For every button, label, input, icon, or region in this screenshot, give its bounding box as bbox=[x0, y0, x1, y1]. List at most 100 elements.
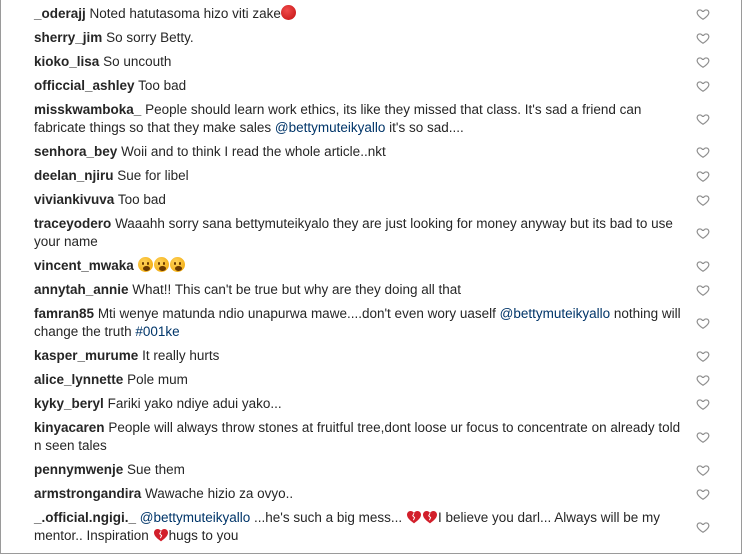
mention-link[interactable]: @bettymuteikyallo bbox=[500, 306, 611, 321]
like-heart-icon[interactable] bbox=[696, 397, 710, 411]
sad-face-emoji-icon bbox=[153, 257, 169, 272]
like-heart-icon[interactable] bbox=[696, 7, 710, 21]
comment-body-text: hugs to you bbox=[168, 528, 239, 543]
broken-heart-emoji-icon bbox=[406, 510, 422, 524]
comment-username-link[interactable]: senhora_bey bbox=[34, 144, 117, 159]
comment-text: armstrongandira Wawache hizio za ovyo.. bbox=[34, 482, 689, 506]
broken-heart-emoji-icon bbox=[422, 510, 438, 524]
comment-body-text: Fariki yako ndiye adui yako... bbox=[107, 396, 282, 411]
comment-body-text: Waaahh sorry sana bettymuteikyalo they a… bbox=[34, 216, 673, 249]
comment-text: _.official.ngigi._ @bettymuteikyallo ...… bbox=[34, 506, 689, 548]
comment-body-text: People will always throw stones at fruit… bbox=[34, 420, 681, 453]
comment-text: vincent_mwaka bbox=[34, 254, 689, 278]
comment-username-link[interactable]: traceyodero bbox=[34, 216, 111, 231]
comment-text: kinyacaren People will always throw ston… bbox=[34, 416, 689, 458]
comment-username-link[interactable]: kioko_lisa bbox=[34, 54, 99, 69]
comment-text: misskwamboka_ People should learn work e… bbox=[34, 98, 689, 140]
comment-text: pennymwenje Sue them bbox=[34, 458, 689, 482]
comment-username-link[interactable]: vincent_mwaka bbox=[34, 258, 134, 273]
comment-username-link[interactable]: famran85 bbox=[34, 306, 94, 321]
like-heart-icon[interactable] bbox=[696, 145, 710, 159]
comment-username-link[interactable]: kasper_murume bbox=[34, 348, 138, 363]
comment-username-link[interactable]: pennymwenje bbox=[34, 462, 123, 477]
comments-panel: _oderajj Noted hatutasoma hizo viti zake… bbox=[0, 0, 742, 554]
like-heart-icon[interactable] bbox=[696, 55, 710, 69]
comment-text: kioko_lisa So uncouth bbox=[34, 50, 689, 74]
comment-row: _oderajj Noted hatutasoma hizo viti zake bbox=[34, 2, 710, 26]
comment-username-link[interactable]: kyky_beryl bbox=[34, 396, 104, 411]
comment-text: alice_lynnette Pole mum bbox=[34, 368, 689, 392]
comment-text: kyky_beryl Fariki yako ndiye adui yako..… bbox=[34, 392, 689, 416]
comment-row: vincent_mwaka bbox=[34, 254, 710, 278]
comment-username-link[interactable]: kinyacaren bbox=[34, 420, 105, 435]
comment-text: officcial_ashley Too bad bbox=[34, 74, 689, 98]
sad-face-emoji-icon bbox=[169, 257, 185, 272]
comment-text: famran85 Mti wenye matunda ndio unapurwa… bbox=[34, 302, 689, 344]
comment-text: senhora_bey Woii and to think I read the… bbox=[34, 140, 689, 164]
comment-body-text: So uncouth bbox=[103, 54, 172, 69]
comment-body-text: Wawache hizio za ovyo.. bbox=[145, 486, 294, 501]
sad-face-emoji-icon bbox=[137, 257, 153, 272]
like-heart-icon[interactable] bbox=[696, 283, 710, 297]
broken-heart-emoji-icon bbox=[153, 528, 169, 542]
comment-username-link[interactable]: _oderajj bbox=[34, 6, 86, 21]
like-heart-icon[interactable] bbox=[696, 226, 710, 240]
like-heart-icon[interactable] bbox=[696, 349, 710, 363]
comment-row: officcial_ashley Too bad bbox=[34, 74, 710, 98]
comment-row: deelan_njiru Sue for libel bbox=[34, 164, 710, 188]
like-heart-icon[interactable] bbox=[696, 169, 710, 183]
comment-text: deelan_njiru Sue for libel bbox=[34, 164, 689, 188]
like-heart-icon[interactable] bbox=[696, 193, 710, 207]
angry-face-emoji-icon bbox=[280, 5, 296, 20]
comment-row: famran85 Mti wenye matunda ndio unapurwa… bbox=[34, 302, 710, 344]
comment-row: traceyodero Waaahh sorry sana bettymutei… bbox=[34, 212, 710, 254]
comment-row: _.official.ngigi._ @bettymuteikyallo ...… bbox=[34, 506, 710, 548]
comment-username-link[interactable]: annytah_annie bbox=[34, 282, 129, 297]
comment-row: alice_lynnette Pole mum bbox=[34, 368, 710, 392]
comment-username-link[interactable]: sherry_jim bbox=[34, 30, 102, 45]
comment-text: annytah_annie What!! This can't be true … bbox=[34, 278, 689, 302]
hashtag-link[interactable]: #001ke bbox=[135, 324, 179, 339]
comment-body-text: ...he's such a big mess... bbox=[250, 510, 406, 525]
comment-row: kinyacaren People will always throw ston… bbox=[34, 416, 710, 458]
like-heart-icon[interactable] bbox=[696, 112, 710, 126]
comment-username-link[interactable]: alice_lynnette bbox=[34, 372, 123, 387]
comment-username-link[interactable]: viviankivuva bbox=[34, 192, 114, 207]
comment-body-text: It really hurts bbox=[142, 348, 220, 363]
like-heart-icon[interactable] bbox=[696, 430, 710, 444]
like-heart-icon[interactable] bbox=[696, 487, 710, 501]
comment-row: senhora_bey Woii and to think I read the… bbox=[34, 140, 710, 164]
comment-text: sherry_jim So sorry Betty. bbox=[34, 26, 689, 50]
comment-text: kasper_murume It really hurts bbox=[34, 344, 689, 368]
like-heart-icon[interactable] bbox=[696, 373, 710, 387]
like-heart-icon[interactable] bbox=[696, 79, 710, 93]
comment-row: kyky_beryl Fariki yako ndiye adui yako..… bbox=[34, 392, 710, 416]
comment-text: _oderajj Noted hatutasoma hizo viti zake bbox=[34, 2, 689, 26]
comment-username-link[interactable]: _.official.ngigi._ bbox=[34, 510, 136, 525]
comment-body-text: What!! This can't be true but why are th… bbox=[132, 282, 462, 297]
like-heart-icon[interactable] bbox=[696, 316, 710, 330]
comment-row: misskwamboka_ People should learn work e… bbox=[34, 98, 710, 140]
comment-row: sherry_jim So sorry Betty. bbox=[34, 26, 710, 50]
comment-username-link[interactable]: officcial_ashley bbox=[34, 78, 135, 93]
comment-text: traceyodero Waaahh sorry sana bettymutei… bbox=[34, 212, 689, 254]
mention-link[interactable]: @bettymuteikyallo bbox=[275, 120, 386, 135]
like-heart-icon[interactable] bbox=[696, 520, 710, 534]
comment-body-text: Sue them bbox=[127, 462, 185, 477]
comment-body-text: So sorry Betty. bbox=[106, 30, 194, 45]
comment-body-text: Sue for libel bbox=[117, 168, 189, 183]
comment-username-link[interactable]: misskwamboka_ bbox=[34, 102, 141, 117]
comment-username-link[interactable]: deelan_njiru bbox=[34, 168, 114, 183]
mention-link[interactable]: @bettymuteikyallo bbox=[140, 510, 251, 525]
comment-body-text: Too bad bbox=[117, 192, 166, 207]
like-heart-icon[interactable] bbox=[696, 31, 710, 45]
comment-body-text: Pole mum bbox=[127, 372, 188, 387]
comment-row: kasper_murume It really hurts bbox=[34, 344, 710, 368]
comment-row: kioko_lisa So uncouth bbox=[34, 50, 710, 74]
comment-body-text: it's so sad.... bbox=[385, 120, 464, 135]
comment-row: pennymwenje Sue them bbox=[34, 458, 710, 482]
comment-body-text: Too bad bbox=[138, 78, 187, 93]
comment-username-link[interactable]: armstrongandira bbox=[34, 486, 141, 501]
like-heart-icon[interactable] bbox=[696, 259, 710, 273]
like-heart-icon[interactable] bbox=[696, 463, 710, 477]
